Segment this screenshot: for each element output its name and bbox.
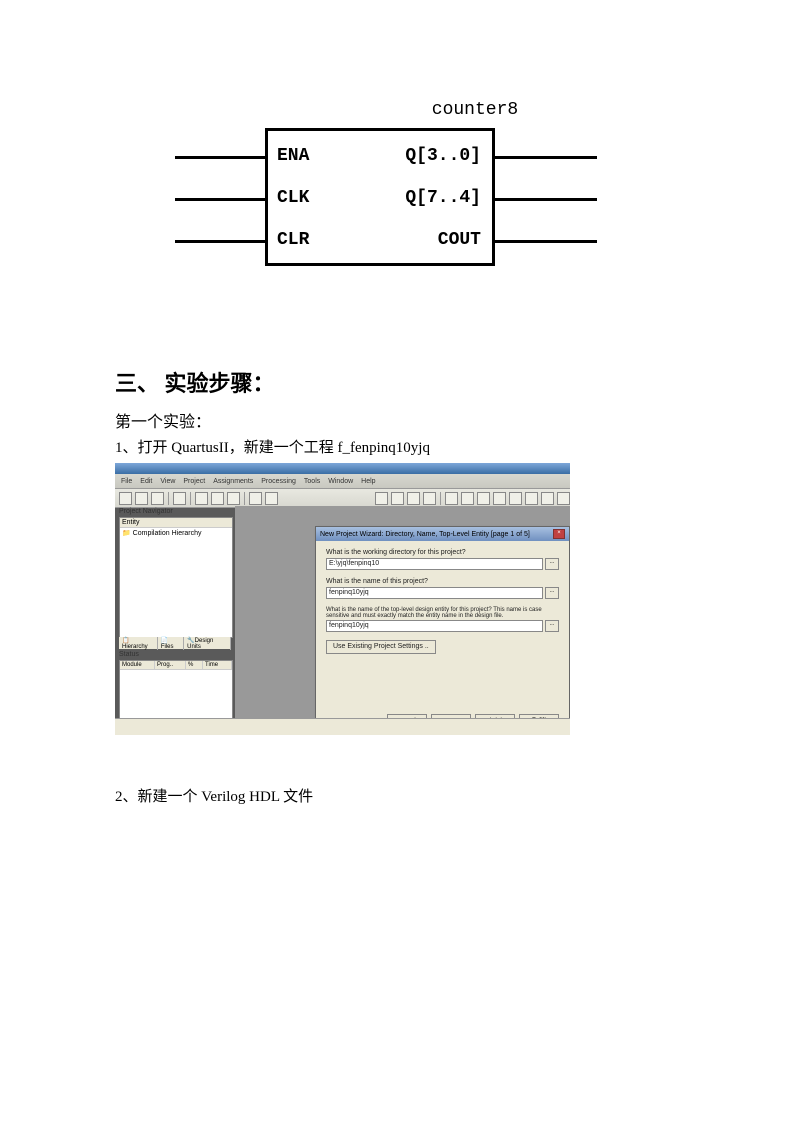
q3-label: What is the name of the top-level design… (326, 607, 559, 619)
q1-label: What is the working directory for this p… (326, 549, 559, 556)
tool-icon[interactable] (461, 492, 474, 505)
menu-file[interactable]: File (121, 478, 132, 485)
dialog-titlebar: New Project Wizard: Directory, Name, Top… (316, 527, 569, 541)
pin-label-clk: CLK (277, 188, 309, 208)
block-title: counter8 (265, 100, 685, 120)
save-icon[interactable] (151, 492, 164, 505)
q2-label: What is the name of this project? (326, 578, 559, 585)
tool-icon[interactable] (477, 492, 490, 505)
pin-label-q74: Q[7..4] (405, 188, 481, 208)
col-pct: % (186, 661, 203, 669)
caption-area (115, 318, 685, 356)
tool-icon[interactable] (391, 492, 404, 505)
print-icon[interactable] (173, 492, 186, 505)
tool-icon[interactable] (445, 492, 458, 505)
bottom-panel (115, 718, 570, 735)
browse-button[interactable]: ... (545, 587, 559, 599)
section-heading: 三、 实验步骤： (115, 366, 685, 398)
col-module: Module (120, 661, 155, 669)
tool-icon[interactable] (423, 492, 436, 505)
project-navigator-panel: Entity 📁 Compilation Hierarchy (119, 517, 233, 638)
step-2: 2、新建一个 Verilog HDL 文件 (115, 785, 685, 806)
open-icon[interactable] (135, 492, 148, 505)
close-icon[interactable]: × (553, 529, 565, 539)
tool-icon[interactable] (525, 492, 538, 505)
titlebar (115, 463, 570, 474)
menu-help[interactable]: Help (361, 478, 375, 485)
menu-window[interactable]: Window (328, 478, 353, 485)
undo-icon[interactable] (249, 492, 262, 505)
tool-icon[interactable] (375, 492, 388, 505)
pin-line-cout (495, 240, 597, 243)
col-time: Time (203, 661, 232, 669)
tool-icon[interactable] (557, 492, 570, 505)
pin-label-q30: Q[3..0] (405, 146, 481, 166)
browse-button[interactable]: ... (545, 558, 559, 570)
menubar: File Edit View Project Assignments Proce… (115, 474, 570, 489)
new-project-wizard-dialog: New Project Wizard: Directory, Name, Top… (315, 526, 570, 735)
paste-icon[interactable] (227, 492, 240, 505)
dialog-title-text: New Project Wizard: Directory, Name, Top… (320, 531, 530, 538)
quartus-screenshot: File Edit View Project Assignments Proce… (115, 463, 570, 735)
new-icon[interactable] (119, 492, 132, 505)
pin-label-cout: COUT (438, 230, 481, 250)
tool-icon[interactable] (541, 492, 554, 505)
pin-line-clr (175, 240, 265, 243)
directory-input[interactable]: E:\yjq\fenpinq10 (326, 558, 543, 570)
tool-icon[interactable] (493, 492, 506, 505)
status-label: Status (119, 651, 139, 658)
tool-icon[interactable] (509, 492, 522, 505)
copy-icon[interactable] (211, 492, 224, 505)
tool-icon[interactable] (407, 492, 420, 505)
tab-design-units[interactable]: 🔧Design Units (184, 637, 231, 650)
menu-processing[interactable]: Processing (261, 478, 296, 485)
entity-name-input[interactable]: fenpinq10yjq (326, 620, 543, 632)
pin-line-ena (175, 156, 265, 159)
pn-header: Entity (120, 518, 232, 528)
tab-files[interactable]: 📄Files (158, 637, 184, 650)
menu-assignments[interactable]: Assignments (213, 478, 253, 485)
menu-view[interactable]: View (160, 478, 175, 485)
block-diagram: counter8 ENA Q[3..0] CLK Q[7..4] CLR COU… (175, 100, 685, 278)
project-name-input[interactable]: fenpinq10yjq (326, 587, 543, 599)
subheading-1: 第一个实验： (115, 408, 685, 432)
status-panel: Module Prog.. % Time (119, 660, 233, 724)
menu-edit[interactable]: Edit (140, 478, 152, 485)
step-1: 1、打开 QuartusII，新建一个工程 f_fenpinq10yjq (115, 436, 685, 457)
pn-item[interactable]: 📁 Compilation Hierarchy (120, 528, 232, 538)
pin-line-q30 (495, 156, 597, 159)
pin-line-clk (175, 198, 265, 201)
tab-hierarchy[interactable]: 📋Hierarchy (119, 637, 158, 650)
use-existing-button[interactable]: Use Existing Project Settings .. (326, 640, 436, 654)
cut-icon[interactable] (195, 492, 208, 505)
project-navigator-label: Project Navigator (119, 508, 173, 515)
menu-project[interactable]: Project (183, 478, 205, 485)
pn-tabs: 📋Hierarchy 📄Files 🔧Design Units (119, 637, 231, 649)
pin-label-ena: ENA (277, 146, 309, 166)
pin-line-q74 (495, 198, 597, 201)
col-prog: Prog.. (155, 661, 186, 669)
menu-tools[interactable]: Tools (304, 478, 320, 485)
browse-button[interactable]: ... (545, 620, 559, 632)
redo-icon[interactable] (265, 492, 278, 505)
pin-label-clr: CLR (277, 230, 309, 250)
